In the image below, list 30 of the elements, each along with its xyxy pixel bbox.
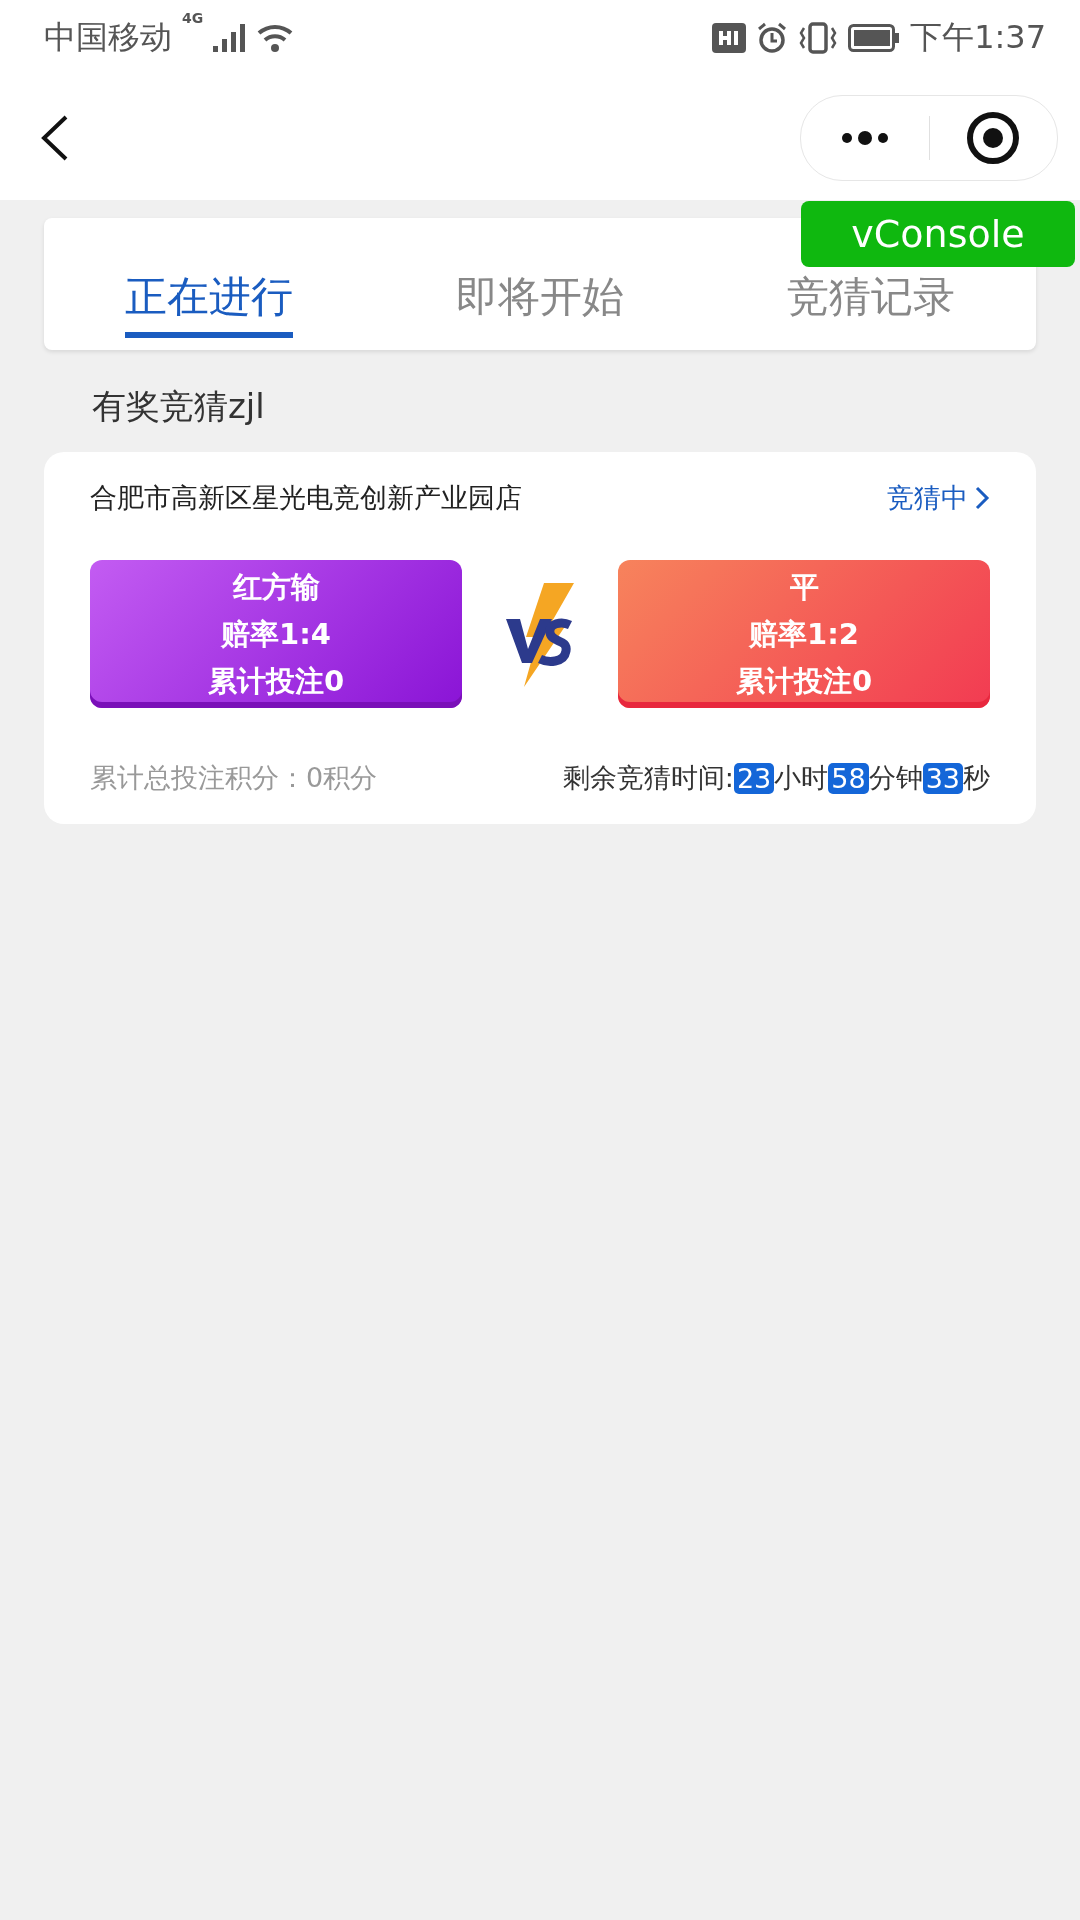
time-unit: 小时: [774, 761, 829, 795]
bet-option-button[interactable]: 红方输 赔率1:4 累计投注0: [90, 560, 462, 708]
alarm-icon: [756, 21, 789, 54]
timer-label: 剩余竞猜时间:: [562, 761, 734, 795]
target-icon: [966, 110, 1021, 165]
vibrate-icon: [798, 21, 839, 54]
vconsole-button[interactable]: vConsole: [801, 201, 1075, 267]
tab[interactable]: 竞猜记录: [786, 272, 955, 338]
time-unit: 秒: [963, 761, 990, 795]
store-name: 合肥市高新区星光电竞创新产业园店: [90, 481, 522, 515]
clock-time: 下午1:37: [910, 16, 1046, 58]
tab[interactable]: 正在进行: [125, 272, 294, 338]
back-icon[interactable]: [40, 113, 70, 162]
network-type: 4G: [182, 9, 204, 26]
status-link[interactable]: 竞猜中: [887, 480, 990, 516]
countdown-number: 23: [733, 762, 775, 794]
time-unit: 分钟: [868, 761, 923, 795]
hd-icon: [712, 22, 747, 53]
chevron-right-icon: [974, 485, 990, 511]
more-icon: [839, 130, 890, 145]
signal-icon: [213, 23, 248, 52]
tab[interactable]: 即将开始: [456, 272, 624, 338]
total-bet-points: 累计总投注积分：0积分: [90, 761, 378, 795]
wifi-icon: [257, 22, 294, 53]
battery-icon: [848, 23, 901, 52]
countdown-number: 33: [922, 762, 963, 794]
carrier-name: 中国移动: [44, 16, 172, 58]
countdown-number: 58: [828, 762, 869, 794]
bet-option-button[interactable]: 平 赔率1:2 累计投注0: [618, 560, 990, 708]
section-title: 有奖竞猜zjl: [91, 385, 266, 428]
